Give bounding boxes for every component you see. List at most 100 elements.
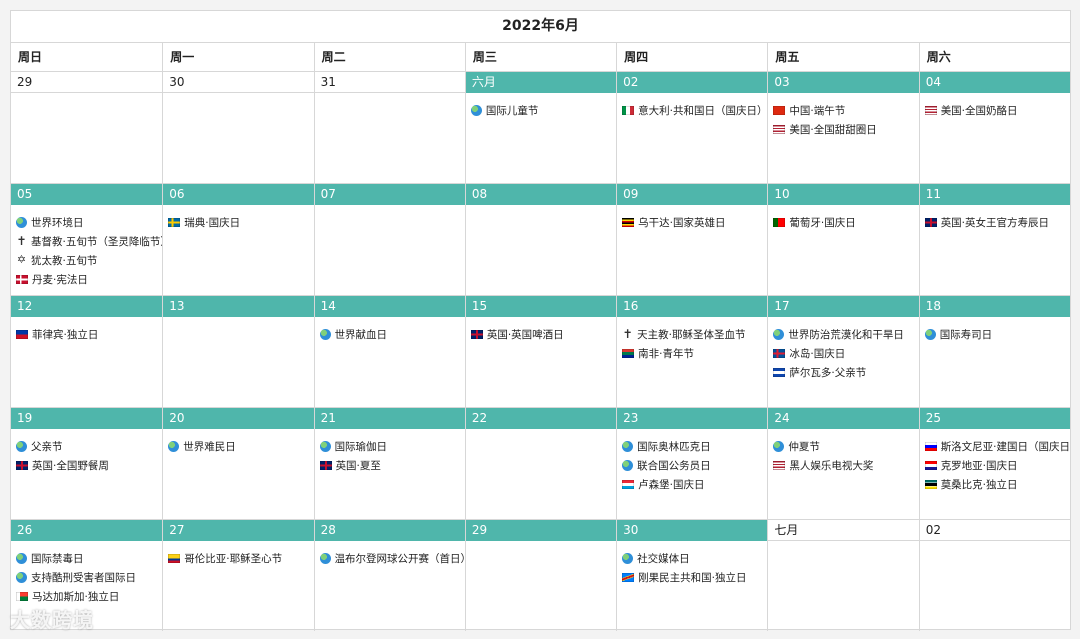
event-item[interactable]: 斯洛文尼亚·建国日（国庆日） bbox=[924, 438, 1070, 454]
event-item[interactable]: 萨尔瓦多·父亲节 bbox=[773, 364, 918, 380]
event-item[interactable]: 国际寿司日 bbox=[924, 326, 1070, 342]
event-item[interactable]: 英国·夏至 bbox=[319, 457, 465, 473]
event-item[interactable]: 社交媒体日 bbox=[622, 550, 767, 566]
day-cell[interactable]: 29 bbox=[11, 72, 163, 183]
day-number: 06 bbox=[163, 184, 314, 205]
event-item[interactable]: 英国·全国野餐周 bbox=[16, 457, 162, 473]
day-number: 17 bbox=[768, 296, 919, 317]
event-item[interactable]: 瑞典·国庆日 bbox=[168, 214, 313, 230]
day-cell[interactable]: 20 世界难民日 bbox=[162, 408, 314, 519]
event-label: 社交媒体日 bbox=[637, 552, 690, 565]
day-cell[interactable]: 06 瑞典·国庆日 bbox=[162, 184, 314, 295]
event-item[interactable]: 美国·全国奶酪日 bbox=[924, 102, 1070, 118]
event-item[interactable]: 世界防治荒漠化和干旱日 bbox=[773, 326, 918, 342]
event-item[interactable]: 卢森堡·国庆日 bbox=[622, 476, 767, 492]
day-cell[interactable]: 17 世界防治荒漠化和干旱日 冰岛·国庆日萨尔瓦多·父亲节 bbox=[767, 296, 919, 407]
event-item[interactable]: 美国·全国甜甜圈日 bbox=[773, 121, 918, 137]
event-item[interactable]: ✝ 基督教·五旬节（圣灵降临节） bbox=[16, 233, 162, 249]
flag-uk-icon bbox=[319, 460, 332, 470]
day-cell[interactable]: 28 温布尔登网球公开赛（首日） bbox=[313, 520, 465, 631]
event-item[interactable]: 联合国公务员日 bbox=[622, 457, 767, 473]
event-item[interactable]: 莫桑比克·独立日 bbox=[924, 476, 1070, 492]
event-list bbox=[768, 541, 918, 546]
weekday-tue: 周二 bbox=[313, 43, 465, 71]
day-cell[interactable]: 27 哥伦比亚·耶稣圣心节 bbox=[162, 520, 314, 631]
event-item[interactable]: 国际奥林匹克日 bbox=[622, 438, 767, 454]
event-item[interactable]: 乌干达·国家英雄日 bbox=[622, 214, 767, 230]
event-item[interactable]: 支持酷刑受害者国际日 bbox=[16, 569, 162, 585]
event-item[interactable]: 南非·青年节 bbox=[622, 345, 767, 361]
day-cell[interactable]: 16 ✝ 天主教·耶稣圣体圣血节 南非·青年节 bbox=[616, 296, 768, 407]
event-item[interactable]: 世界环境日 bbox=[16, 214, 162, 230]
day-cell[interactable]: 09 乌干达·国家英雄日 bbox=[616, 184, 768, 295]
event-item[interactable]: 刚果民主共和国·独立日 bbox=[622, 569, 767, 585]
event-item[interactable]: 葡萄牙·国庆日 bbox=[773, 214, 918, 230]
event-item[interactable]: 冰岛·国庆日 bbox=[773, 345, 918, 361]
calendar-week: 29 30 31 六月 国际儿童节 02 意大利·共和国日（国庆日） 03 中国·端午节 美国·全… bbox=[11, 72, 1070, 184]
day-cell[interactable]: 30 bbox=[162, 72, 314, 183]
day-cell[interactable]: 05 世界环境日 ✝ 基督教·五旬节（圣灵降临节） ✡ 犹太教·五旬节 丹麦·宪法日 bbox=[11, 184, 163, 295]
day-cell[interactable]: 21 国际瑜伽日 英国·夏至 bbox=[313, 408, 465, 519]
event-label: 葡萄牙·国庆日 bbox=[789, 216, 856, 229]
day-cell[interactable]: 08 bbox=[464, 184, 617, 295]
day-cell[interactable]: 14 世界献血日 bbox=[313, 296, 465, 407]
calendar-week: 12 菲律宾·独立日 13 14 世界献血日 15 英国·英国啤酒日 16 ✝ 天主教·耶稣圣体圣… bbox=[11, 296, 1070, 408]
day-number: 25 bbox=[919, 408, 1070, 429]
day-cell[interactable]: 七月 bbox=[767, 520, 919, 631]
day-cell[interactable]: 10 葡萄牙·国庆日 bbox=[767, 184, 919, 295]
day-cell[interactable]: 25 斯洛文尼亚·建国日（国庆日） 克罗地亚·国庆日 莫桑比克·独立日 bbox=[918, 408, 1070, 519]
day-cell[interactable]: 六月 国际儿童节 bbox=[464, 72, 617, 183]
event-item[interactable]: 世界难民日 bbox=[168, 438, 313, 454]
event-item[interactable]: 世界献血日 bbox=[319, 326, 465, 342]
calendar-week: 19 父亲节 英国·全国野餐周 20 世界难民日 21 国际瑜伽日 英国·夏至 22 23 国际奥林… bbox=[11, 408, 1070, 520]
event-label: 温布尔登网球公开赛（首日） bbox=[334, 552, 465, 565]
event-item[interactable]: 国际儿童节 bbox=[470, 102, 616, 118]
day-cell[interactable]: 13 bbox=[162, 296, 314, 407]
day-cell[interactable]: 02 bbox=[918, 520, 1070, 631]
day-cell[interactable]: 30 社交媒体日 刚果民主共和国·独立日 bbox=[616, 520, 768, 631]
event-item[interactable]: 克罗地亚·国庆日 bbox=[924, 457, 1070, 473]
event-item[interactable]: 温布尔登网球公开赛（首日） bbox=[319, 550, 465, 566]
calendar-title: 2022年6月 bbox=[11, 11, 1070, 43]
event-label: 天主教·耶稣圣体圣血节 bbox=[637, 328, 746, 341]
day-cell[interactable]: 22 bbox=[464, 408, 617, 519]
event-item[interactable]: 英国·英国啤酒日 bbox=[470, 326, 616, 342]
flag-china-icon bbox=[773, 105, 786, 115]
day-cell[interactable]: 18 国际寿司日 bbox=[918, 296, 1070, 407]
day-cell[interactable]: 04 美国·全国奶酪日 bbox=[918, 72, 1070, 183]
event-item[interactable]: 丹麦·宪法日 bbox=[16, 271, 162, 287]
day-cell[interactable]: 31 bbox=[313, 72, 465, 183]
event-item[interactable]: 意大利·共和国日（国庆日） bbox=[622, 102, 767, 118]
day-cell[interactable]: 24 仲夏节 黑人娱乐电视大奖 bbox=[767, 408, 919, 519]
event-label: 世界环境日 bbox=[31, 216, 84, 229]
event-item[interactable]: 国际瑜伽日 bbox=[319, 438, 465, 454]
day-cell[interactable]: 02 意大利·共和国日（国庆日） bbox=[616, 72, 768, 183]
day-cell[interactable]: 29 bbox=[464, 520, 617, 631]
event-label: 联合国公务员日 bbox=[637, 459, 711, 472]
day-number: 31 bbox=[314, 72, 465, 93]
event-label: 萨尔瓦多·父亲节 bbox=[789, 366, 867, 379]
event-item[interactable]: 马达加斯加·独立日 bbox=[16, 588, 162, 604]
event-item[interactable]: 中国·端午节 bbox=[773, 102, 918, 118]
day-cell[interactable]: 15 英国·英国啤酒日 bbox=[464, 296, 617, 407]
day-cell[interactable]: 07 bbox=[313, 184, 465, 295]
event-item[interactable]: 仲夏节 bbox=[773, 438, 918, 454]
day-cell[interactable]: 12 菲律宾·独立日 bbox=[11, 296, 163, 407]
event-item[interactable]: 父亲节 bbox=[16, 438, 162, 454]
event-label: 国际瑜伽日 bbox=[334, 440, 388, 453]
day-number: 19 bbox=[11, 408, 163, 429]
globe-icon bbox=[16, 552, 27, 564]
event-item[interactable]: ✝ 天主教·耶稣圣体圣血节 bbox=[622, 326, 767, 342]
event-label: 国际奥林匹克日 bbox=[637, 440, 711, 453]
day-cell[interactable]: 03 中国·端午节 美国·全国甜甜圈日 bbox=[767, 72, 919, 183]
event-item[interactable]: 黑人娱乐电视大奖 bbox=[773, 457, 918, 473]
day-cell[interactable]: 23 国际奥林匹克日 联合国公务员日 卢森堡·国庆日 bbox=[616, 408, 768, 519]
day-cell[interactable]: 11 英国·英女王官方寿辰日 bbox=[918, 184, 1070, 295]
day-cell[interactable]: 19 父亲节英国·全国野餐周 bbox=[11, 408, 163, 519]
event-label: 中国·端午节 bbox=[789, 104, 846, 117]
event-item[interactable]: ✡ 犹太教·五旬节 bbox=[16, 252, 162, 268]
event-item[interactable]: 哥伦比亚·耶稣圣心节 bbox=[168, 550, 313, 566]
event-item[interactable]: 菲律宾·独立日 bbox=[16, 326, 162, 342]
event-item[interactable]: 国际禁毒日 bbox=[16, 550, 162, 566]
event-item[interactable]: 英国·英女王官方寿辰日 bbox=[924, 214, 1070, 230]
